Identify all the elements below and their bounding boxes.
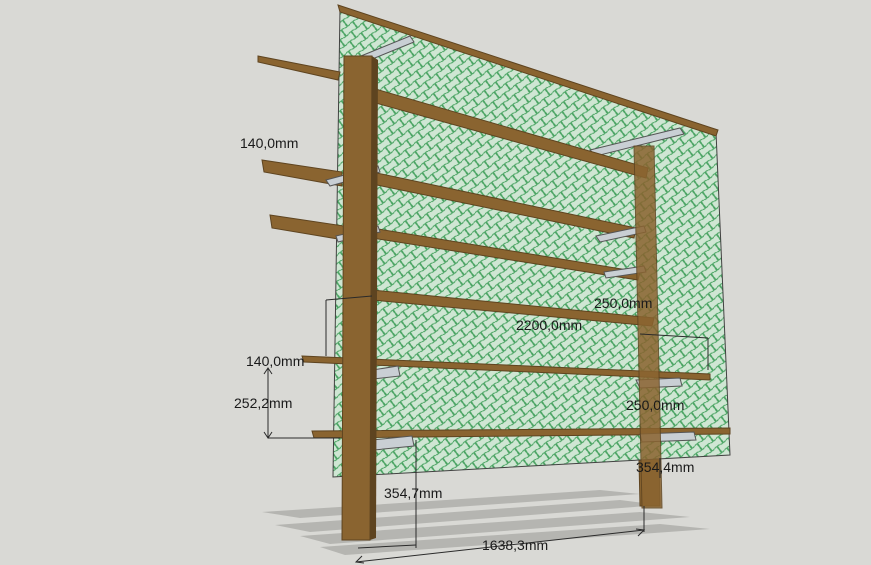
top-stick <box>257 55 341 81</box>
dim-shelf-depth-lower: 250,0mm <box>626 397 684 413</box>
dim-post-offset-right: 354,4mm <box>636 459 694 475</box>
shelf-model-drawing: 140,0mm 140,0mm 250,0mm 2200,0mm 252,2mm… <box>234 4 731 564</box>
dim-shelf-depth-top: 250,0mm <box>594 295 652 311</box>
dim-lower-board-thickness: 140,0mm <box>246 353 304 369</box>
dim-shelf-length: 2200,0mm <box>516 317 582 333</box>
dim-top-board-thickness: 140,0mm <box>240 135 298 151</box>
side-board-2 <box>269 214 345 241</box>
dim-shelf-spacing: 252,2mm <box>234 395 292 411</box>
model-viewport[interactable]: 140,0mm 140,0mm 250,0mm 2200,0mm 252,2mm… <box>0 0 871 565</box>
dim-post-distance: 1638,3mm <box>482 537 548 553</box>
side-boards <box>261 159 345 241</box>
dim-post-offset-left: 354,7mm <box>384 485 442 501</box>
